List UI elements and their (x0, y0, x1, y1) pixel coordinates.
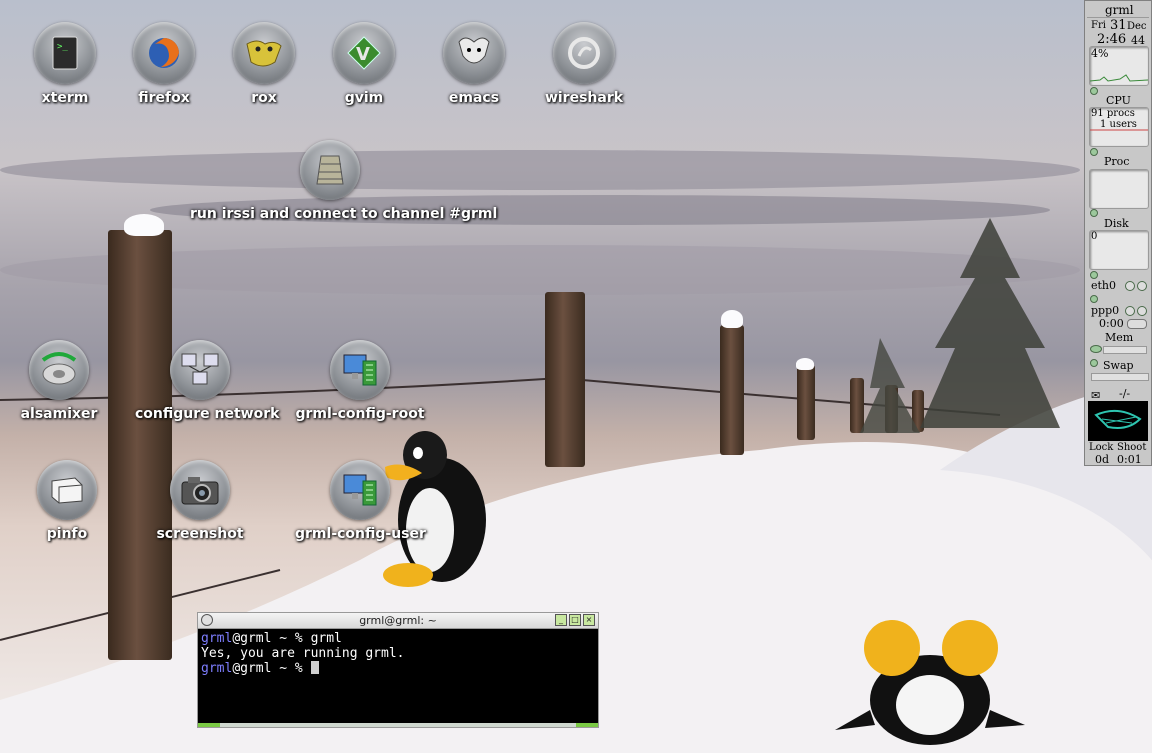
terminal-status-strip (198, 723, 598, 727)
book-icon (37, 460, 97, 520)
shoot-button[interactable]: Shoot (1117, 442, 1146, 453)
mem-meter (1103, 346, 1147, 354)
firefox-icon (133, 22, 195, 84)
penguin-animation (1088, 401, 1148, 441)
fence-post (720, 325, 744, 455)
status-led-left (198, 723, 220, 727)
mem-label: Mem (1105, 331, 1134, 344)
proc-led (1090, 148, 1098, 156)
ppp0-rx-led (1125, 306, 1135, 316)
clock-date: 31 (1110, 18, 1127, 33)
desktop-icon-alsamixer[interactable]: alsamixer (0, 340, 124, 422)
icon-label: configure network (135, 406, 280, 422)
icon-label: wireshark (544, 90, 624, 106)
clock-month: Dec (1127, 21, 1147, 32)
vim-icon: V (333, 22, 395, 84)
desktop-icon-screenshot[interactable]: screenshot (135, 460, 265, 542)
network-icon (170, 340, 230, 400)
irssi-icon (300, 140, 360, 200)
icon-label: alsamixer (20, 406, 98, 422)
text-cursor (310, 661, 319, 674)
disk-label: Disk (1104, 217, 1129, 230)
rox-icon (233, 22, 295, 84)
desktop-icon-wireshark[interactable]: wireshark (519, 22, 649, 106)
gkrellm-monitor: grml Fri 31 Dec 2:46 44 4% CPU 91 procs … (1084, 0, 1152, 466)
mail-count: -/- (1119, 387, 1131, 400)
pine-tree (860, 218, 1060, 433)
eth0-status-led (1090, 295, 1098, 303)
icon-label: run irssi and connect to channel #grml (190, 206, 498, 222)
terminal-title: grml@grml: ~ (359, 614, 437, 627)
icon-label: screenshot (156, 526, 244, 542)
fence-post (797, 365, 815, 440)
ppp0-label: ppp0 (1091, 304, 1120, 317)
prompt-user: grml (201, 631, 233, 646)
camera-icon (170, 460, 230, 520)
desktop-icon-configure-network[interactable]: configure network (135, 340, 280, 422)
prompt-line: @grml ~ % grml (232, 631, 342, 646)
fence-post (545, 292, 585, 467)
eth0-rx-led (1125, 281, 1135, 291)
disk-graph: 0 (1089, 230, 1149, 270)
cpu-label: CPU (1106, 94, 1131, 107)
disk-value: 0 (1091, 231, 1098, 242)
terminal-content[interactable]: grml@grml ~ % grml Yes, you are running … (198, 629, 598, 678)
ppp0-tx-led (1137, 306, 1147, 316)
window-menu-button[interactable] (201, 614, 213, 626)
maximize-icon[interactable]: □ (569, 614, 581, 626)
clock-day: Fri (1091, 20, 1106, 31)
snow-cap (721, 310, 743, 328)
close-icon[interactable]: × (583, 614, 595, 626)
proc-graph-2 (1089, 169, 1149, 209)
desktop-icon-irssi[interactable]: run irssi and connect to channel #grml (190, 140, 498, 222)
command-output: Yes, you are running grml. (201, 646, 405, 661)
icon-label: pinfo (46, 526, 88, 542)
lock-button[interactable]: Lock (1089, 442, 1113, 453)
minimize-icon[interactable]: _ (555, 614, 567, 626)
gnu-icon (443, 22, 505, 84)
fence-post (108, 230, 172, 660)
swap-label: Swap (1103, 359, 1134, 372)
prompt-line: @grml ~ % (232, 661, 311, 676)
proc-graph: 91 procs 1 users (1089, 107, 1149, 147)
eth0-tx-led (1137, 281, 1147, 291)
eth0-label: eth0 (1091, 279, 1117, 292)
proc-label: Proc (1104, 155, 1130, 168)
speaker-icon (29, 340, 89, 400)
icon-label: grml-config-user (295, 526, 426, 542)
hostname: grml (1105, 3, 1134, 17)
ppp0-time: 0:00 (1099, 317, 1124, 330)
terminal-window[interactable]: grml@grml: ~ _ □ × grml@grml ~ % grml Ye… (197, 612, 599, 728)
terminal-titlebar[interactable]: grml@grml: ~ _ □ × (198, 613, 598, 629)
prompt-user: grml (201, 661, 233, 676)
clock-time: 2:46 (1097, 32, 1127, 47)
mem-led (1090, 345, 1102, 353)
wireshark-icon (553, 22, 615, 84)
eth0-led (1090, 271, 1098, 279)
desktop-icon-grml-config-root[interactable]: grml-config-root (295, 340, 425, 422)
disk-led (1090, 209, 1098, 217)
desktop-icon-pinfo[interactable]: pinfo (2, 460, 132, 542)
terminal-icon: >_ (34, 22, 96, 84)
icon-label: grml-config-root (295, 406, 425, 422)
snow-cap (796, 358, 814, 370)
cpu-graph: 4% (1089, 46, 1149, 86)
ppp0-connect-button[interactable] (1127, 319, 1147, 329)
config-icon (330, 340, 390, 400)
tux-plush-feet (835, 620, 1025, 745)
uptime-time: 0:01 (1117, 453, 1142, 466)
uptime-days: 0d (1095, 453, 1110, 466)
svg-text:V: V (356, 44, 370, 65)
cpu-led (1090, 87, 1098, 95)
config-icon (330, 460, 390, 520)
status-led-right (576, 723, 598, 727)
snow-cap (124, 214, 164, 236)
desktop-icon-grml-config-user[interactable]: grml-config-user (295, 460, 426, 542)
swap-led (1090, 359, 1098, 367)
svg-text:>_: >_ (57, 42, 68, 52)
swap-meter (1091, 373, 1149, 381)
